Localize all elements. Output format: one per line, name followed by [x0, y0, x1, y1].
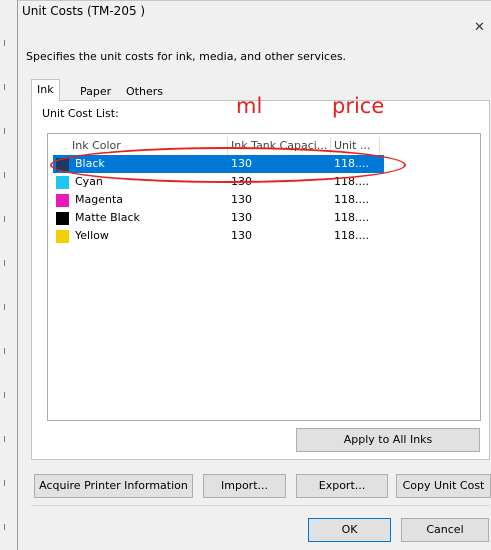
- frame-tick: [4, 392, 5, 398]
- ink-color-cell: Yellow: [75, 229, 109, 242]
- apply-to-all-inks-button[interactable]: Apply to All Inks: [296, 428, 480, 452]
- annotation-ml: ml: [236, 94, 263, 118]
- ink-color-swatch: [56, 230, 69, 243]
- frame-tick: [4, 524, 5, 530]
- frame-tick: [4, 348, 5, 354]
- dialog-description: Specifies the unit costs for ink, media,…: [26, 50, 347, 63]
- ink-capacity-cell: 130: [231, 211, 252, 224]
- frame-tick: [4, 216, 5, 222]
- export-button[interactable]: Export...: [296, 474, 388, 498]
- unit-cost-list-label: Unit Cost List:: [42, 107, 119, 120]
- column-separator[interactable]: [379, 137, 380, 155]
- tab-paper[interactable]: Paper: [74, 81, 117, 102]
- annotation-ellipse: [50, 147, 406, 183]
- frame-tick: [4, 436, 5, 442]
- tab-others[interactable]: Others: [120, 81, 169, 102]
- frame-tick: [4, 304, 5, 310]
- unit-price-cell: 118....: [334, 211, 369, 224]
- ink-color-swatch: [56, 212, 69, 225]
- unit-price-cell: 118....: [334, 193, 369, 206]
- ok-button[interactable]: OK: [308, 518, 391, 542]
- ink-color-cell: Magenta: [75, 193, 124, 206]
- unit-price-cell: 118....: [334, 229, 369, 242]
- frame-tick: [4, 128, 5, 134]
- copy-unit-cost-button[interactable]: Copy Unit Cost: [396, 474, 491, 498]
- frame-tick: [4, 172, 5, 178]
- background-window-frame: [0, 0, 18, 550]
- ink-color-cell: Matte Black: [75, 211, 140, 224]
- frame-tick: [4, 480, 5, 486]
- list-item[interactable]: Yellow 130 118....: [48, 227, 480, 245]
- frame-tick: [4, 260, 5, 266]
- close-icon[interactable]: ✕: [474, 20, 485, 35]
- frame-tick: [4, 40, 5, 46]
- ink-color-swatch: [56, 194, 69, 207]
- dialog-title: Unit Costs (TM-205 ): [22, 4, 146, 18]
- acquire-printer-information-button[interactable]: Acquire Printer Information: [34, 474, 193, 498]
- cancel-button[interactable]: Cancel: [401, 518, 489, 542]
- ink-color-swatch: [56, 176, 69, 189]
- tab-ink[interactable]: Ink: [31, 79, 60, 102]
- list-item[interactable]: Magenta 130 118....: [48, 191, 480, 209]
- frame-tick: [4, 84, 5, 90]
- list-item[interactable]: Matte Black 130 118....: [48, 209, 480, 227]
- ink-capacity-cell: 130: [231, 229, 252, 242]
- ink-capacity-cell: 130: [231, 193, 252, 206]
- footer-divider: [31, 505, 490, 506]
- import-button[interactable]: Import...: [203, 474, 286, 498]
- annotation-price: price: [332, 94, 385, 118]
